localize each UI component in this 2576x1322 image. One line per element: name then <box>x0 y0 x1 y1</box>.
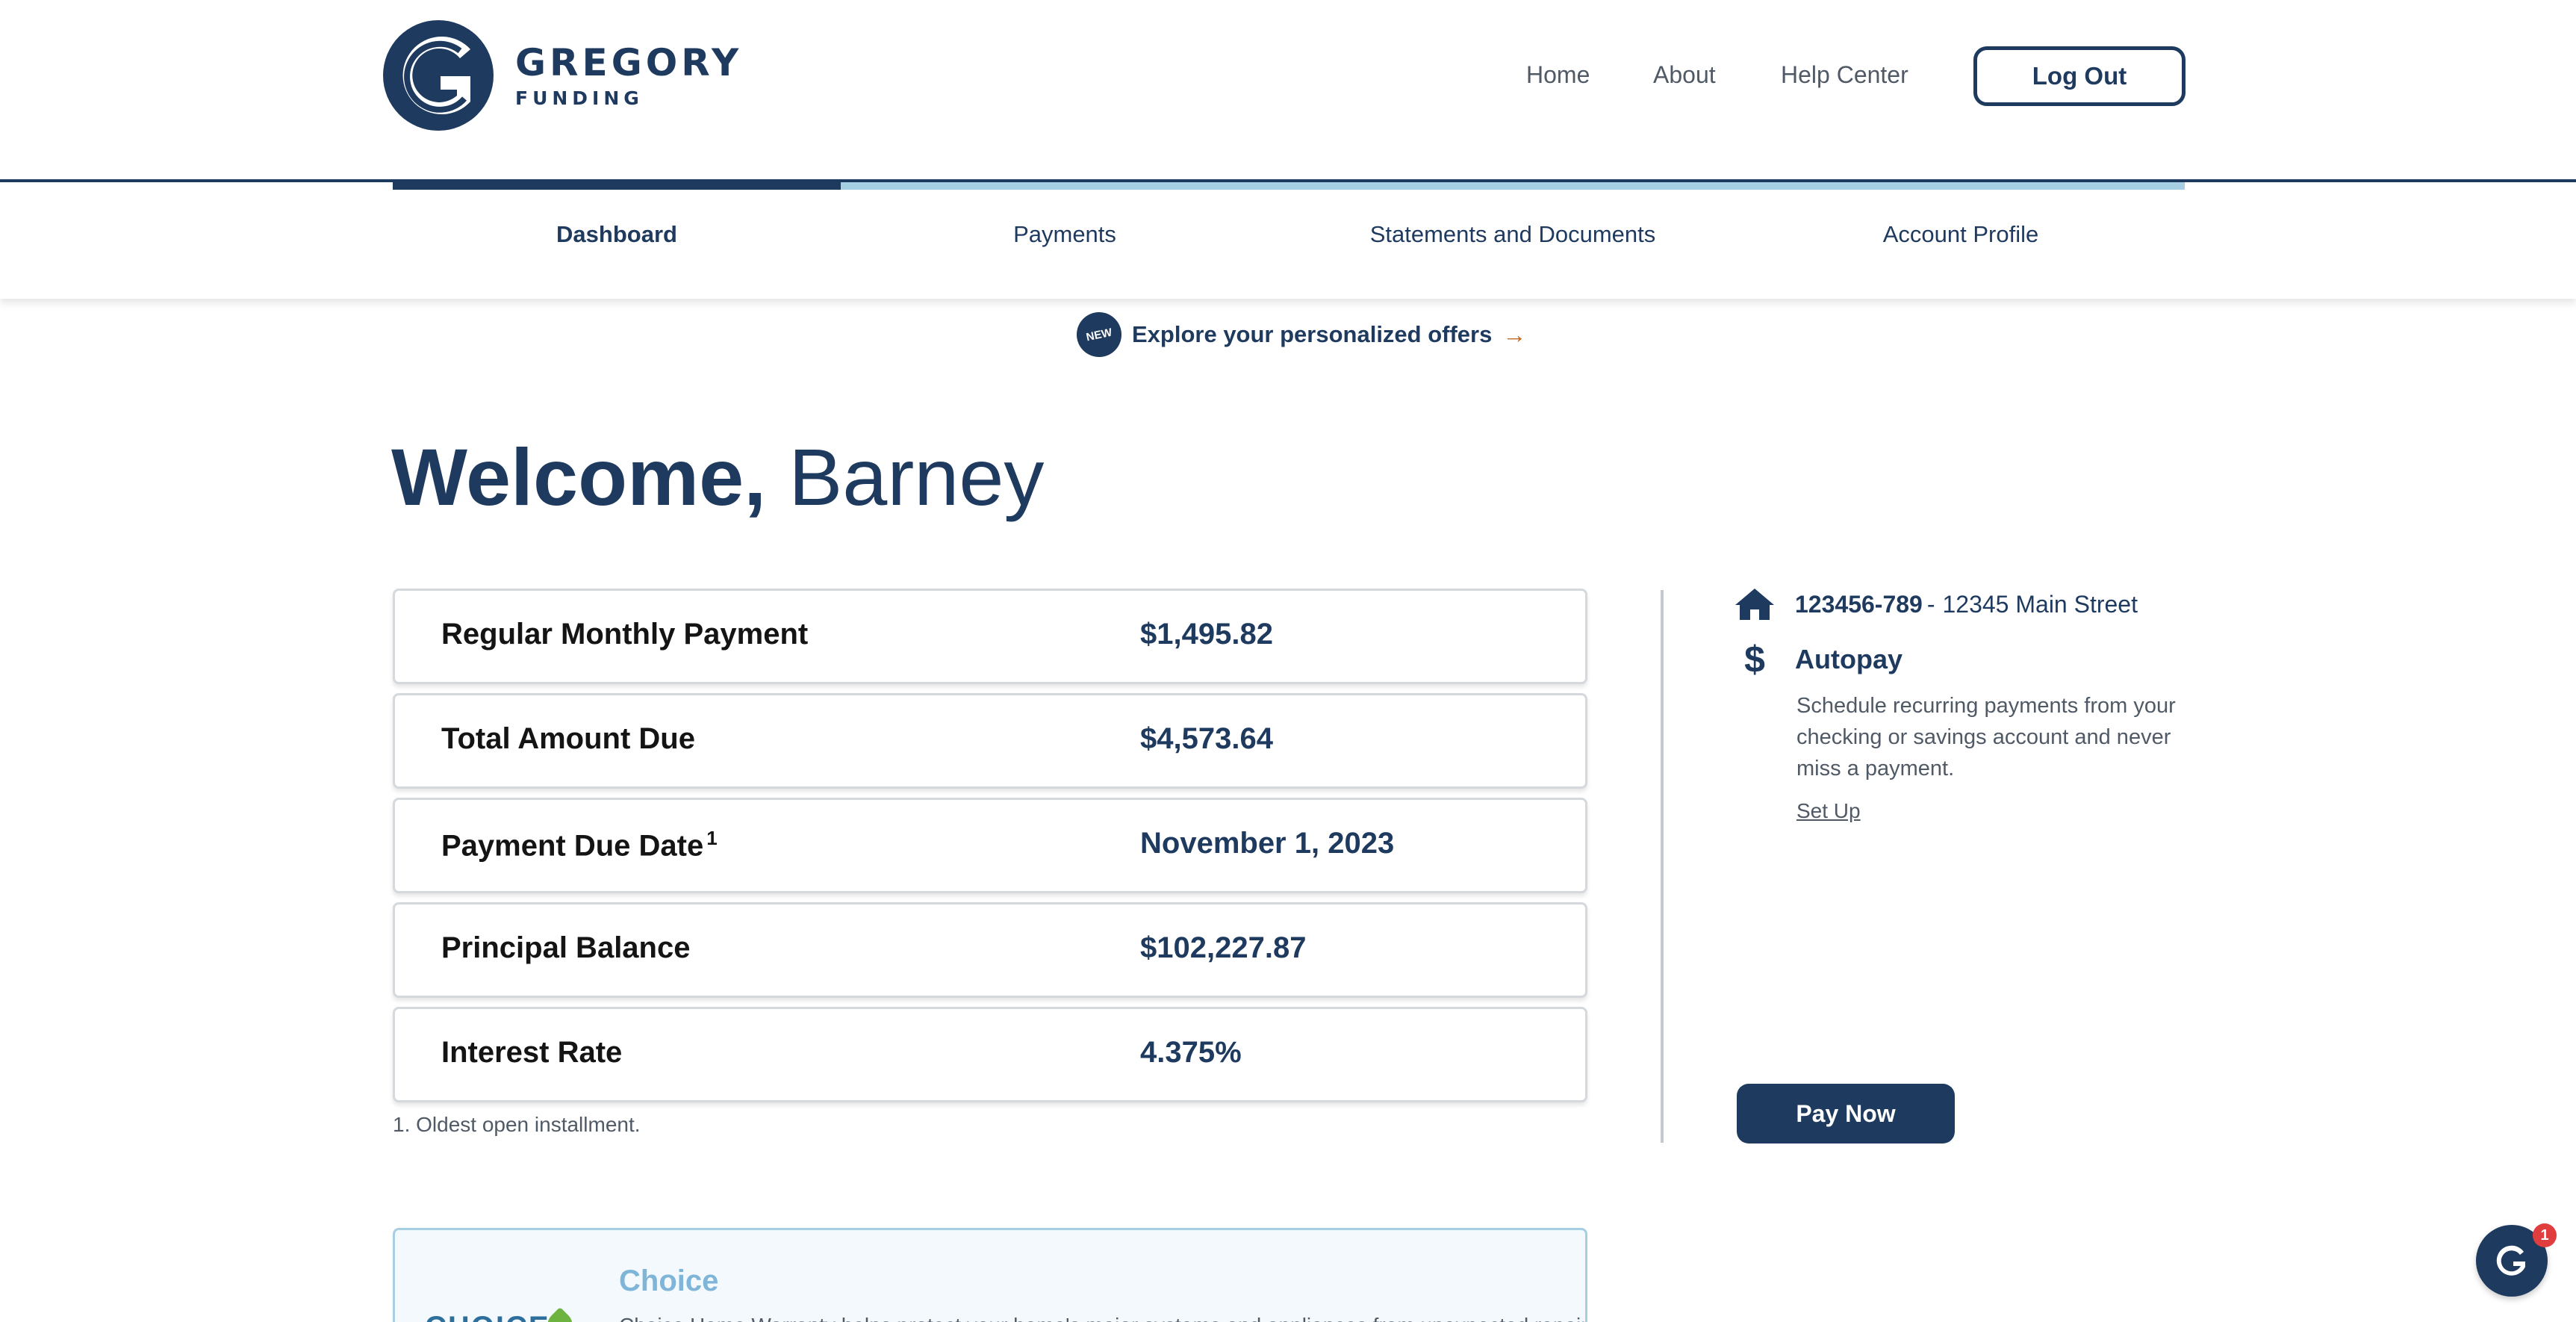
tab-dashboard[interactable]: Dashboard <box>393 221 841 248</box>
welcome-greeting: Welcome, <box>391 432 767 522</box>
account-separator: - <box>1926 590 1935 618</box>
footnote-ref: 1 <box>706 827 718 849</box>
site-header: GREGORY FUNDING Home About Help Center L… <box>0 0 2576 182</box>
vertical-divider <box>1661 590 1664 1143</box>
account-summary: 123456-789 - 12345 Main Street <box>1734 587 2138 621</box>
summary-card-interest-rate: Interest Rate 4.375% <box>393 1007 1587 1102</box>
summary-value: $102,227.87 <box>1140 931 1307 964</box>
summary-label: Principal Balance <box>441 931 691 964</box>
summary-label: Regular Monthly Payment <box>441 618 809 651</box>
tab-account-profile[interactable]: Account Profile <box>1737 221 2185 248</box>
top-navigation: Home About Help Center <box>0 45 2576 108</box>
choice-title: Choice <box>619 1264 719 1297</box>
arrow-right-icon: → <box>1502 320 1527 348</box>
tab-active-indicator <box>393 182 841 190</box>
home-icon <box>1735 589 1774 620</box>
welcome-heading: Welcome, Barney <box>391 432 1045 522</box>
summary-card-due-date: Payment Due Date 1 November 1, 2023 <box>393 798 1587 893</box>
summary-value: $4,573.64 <box>1140 722 1273 755</box>
summary-value: $1,495.82 <box>1140 618 1273 651</box>
summary-label: Payment Due Date <box>441 829 704 863</box>
chat-notification-badge: 1 <box>2533 1223 2557 1247</box>
choice-logo: CHOICE <box>425 1311 550 1322</box>
autopay-section: $ Autopay <box>1734 638 1903 681</box>
summary-card-monthly-payment: Regular Monthly Payment $1,495.82 <box>393 589 1587 684</box>
new-badge: NEW <box>1072 308 1126 361</box>
autopay-description: Schedule recurring payments from your ch… <box>1796 694 2176 781</box>
choice-promo-panel[interactable]: CHOICE Choice Choice Home Warranty helps… <box>393 1228 1587 1322</box>
property-address: 12345 Main Street <box>1942 590 2138 618</box>
summary-label: Total Amount Due <box>441 722 695 755</box>
personalized-offers-link[interactable]: NEW Explore your personalized offers → <box>1072 308 1527 361</box>
log-out-button[interactable]: Log Out <box>1973 46 2185 106</box>
dollar-icon: $ <box>1744 639 1765 680</box>
loan-number: 123456-789 <box>1795 590 1923 618</box>
tab-statements-and-documents[interactable]: Statements and Documents <box>1289 221 1737 248</box>
summary-card-total-due: Total Amount Due $4,573.64 <box>393 693 1587 789</box>
chat-logo-icon <box>2496 1245 2525 1276</box>
nav-about-link[interactable]: About <box>1653 61 1716 89</box>
offers-text: Explore your personalized offers <box>1132 321 1493 347</box>
nav-help-center-link[interactable]: Help Center <box>1781 61 1908 89</box>
welcome-name: Barney <box>788 432 1045 522</box>
tab-payments[interactable]: Payments <box>841 221 1289 248</box>
nav-home-link[interactable]: Home <box>1526 61 1590 89</box>
summary-card-principal-balance: Principal Balance $102,227.87 <box>393 902 1587 998</box>
autopay-title: Autopay <box>1795 644 1903 674</box>
pay-now-button[interactable]: Pay Now <box>1737 1084 1955 1143</box>
choice-body: Choice Home Warranty helps protect your … <box>619 1314 1585 1322</box>
summary-value: 4.375% <box>1140 1036 1242 1069</box>
autopay-setup-link[interactable]: Set Up <box>1796 799 1861 823</box>
dashboard-tabs: Dashboard Payments Statements and Docume… <box>0 182 2576 299</box>
footnote: 1. Oldest open installment. <box>393 1113 641 1136</box>
summary-value: November 1, 2023 <box>1140 827 1395 860</box>
summary-label-wrap: Payment Due Date 1 <box>441 827 718 863</box>
summary-label: Interest Rate <box>441 1036 623 1069</box>
